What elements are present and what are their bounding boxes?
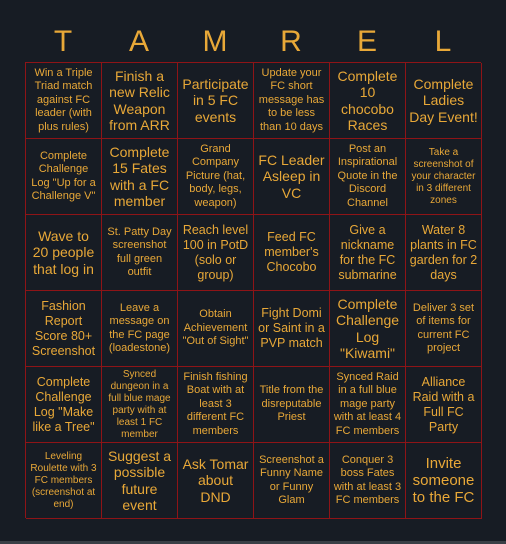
cell-text: Title from the disreputable Priest (259, 384, 324, 424)
cell-text: Conquer 3 boss Fates with at least 3 FC … (333, 453, 402, 507)
bingo-board: Win a Triple Triad match against FC lead… (25, 62, 482, 519)
bingo-cell[interactable]: Reach level 100 in PotD (solo or group) (178, 215, 254, 291)
cell-text: Alliance Raid with a Full FC Party (412, 374, 475, 434)
header-letter-4: R (280, 25, 302, 58)
cell-text: Leveling Roulette with 3 FC members (scr… (30, 450, 97, 510)
cell-text: Complete 15 Fates with a FC member (109, 143, 170, 210)
bingo-cell[interactable]: Screenshot a Funny Name or Funny Glam (254, 443, 330, 519)
bingo-cell[interactable]: Synced Raid in a full blue mage party wi… (330, 367, 406, 443)
cell-text: Participate in 5 FC events (182, 75, 249, 125)
bingo-cell[interactable]: Leveling Roulette with 3 FC members (scr… (26, 443, 102, 519)
cell-text: Invite someone to the FC (412, 455, 475, 506)
bingo-header: T A M R E L (25, 22, 481, 62)
bingo-cell[interactable]: Ask Tomar about DND (178, 443, 254, 519)
cell-text: Win a Triple Triad match against FC lead… (34, 66, 93, 133)
bingo-cell[interactable]: Water 8 plants in FC garden for 2 days (406, 215, 482, 291)
cell-text: Complete Challenge Log "Up for a Challen… (31, 149, 96, 203)
bingo-cell[interactable]: Title from the disreputable Priest (254, 367, 330, 443)
bingo-cell[interactable]: Complete Challenge Log "Kiwami" (330, 291, 406, 367)
cell-text: Complete Ladies Day Event! (409, 75, 478, 125)
bingo-cell[interactable]: Fashion Report Score 80+ Screenshot (26, 291, 102, 367)
cell-text: Screenshot a Funny Name or Funny Glam (259, 453, 324, 507)
bingo-cell[interactable]: Invite someone to the FC (406, 443, 482, 519)
cell-text: Complete Challenge Log "Make like a Tree… (32, 374, 95, 434)
bingo-cell[interactable]: Win a Triple Triad match against FC lead… (26, 63, 102, 139)
cell-text: Complete Challenge Log "Kiwami" (335, 295, 400, 362)
cell-text: Wave to 20 people that log in (32, 227, 95, 277)
cell-text: Grand Company Picture (hat, body, legs, … (185, 142, 246, 209)
bingo-cell[interactable]: Fight Domi or Saint in a PVP match (254, 291, 330, 367)
cell-text: Deliver 3 set of items for current FC pr… (412, 301, 475, 355)
cell-text: FC Leader Asleep in VC (258, 151, 325, 201)
header-letter-1: T (53, 25, 73, 58)
bingo-cell[interactable]: Post an Inspirational Quote in the Disco… (330, 139, 406, 215)
bingo-cell[interactable]: Wave to 20 people that log in (26, 215, 102, 291)
bingo-cell[interactable]: Update your FC short message has to be l… (254, 63, 330, 139)
cell-text: Obtain Achievement "Out of Sight" (182, 308, 249, 348)
bingo-cell[interactable]: Give a nickname for the FC submarine (330, 215, 406, 291)
bingo-cell[interactable]: Finish a new Relic Weapon from ARR (102, 63, 178, 139)
cell-text: Synced Raid in a full blue mage party wi… (333, 370, 402, 437)
cell-text: Update your FC short message has to be l… (258, 66, 325, 133)
cell-text: Leave a message on the FC page (loadesto… (108, 301, 171, 355)
bingo-cell[interactable]: Participate in 5 FC events (178, 63, 254, 139)
bingo-page: T A M R E L Win a Triple Triad match aga… (0, 0, 506, 544)
cell-text: Suggest a possible future event (107, 447, 172, 514)
cell-text: Fight Domi or Saint in a PVP match (258, 306, 325, 350)
bingo-cell[interactable]: Finish fishing Boat with at least 3 diff… (178, 367, 254, 443)
cell-text: Take a screenshot of your character in 3… (411, 146, 476, 206)
bingo-cell[interactable]: Complete 10 chocobo Races (330, 63, 406, 139)
cell-text: Reach level 100 in PotD (solo or group) (182, 222, 249, 282)
cell-text: Give a nickname for the FC submarine (338, 222, 397, 282)
header-letter-5: E (356, 25, 377, 58)
bingo-cell[interactable]: Take a screenshot of your character in 3… (406, 139, 482, 215)
bingo-cell[interactable]: Deliver 3 set of items for current FC pr… (406, 291, 482, 367)
cell-text: Ask Tomar about DND (182, 455, 249, 505)
bingo-cell[interactable]: St. Patty Day screenshot full green outf… (102, 215, 178, 291)
cell-text: St. Patty Day screenshot full green outf… (107, 225, 172, 279)
bingo-cell[interactable]: Complete Challenge Log "Up for a Challen… (26, 139, 102, 215)
cell-text: Finish fishing Boat with at least 3 diff… (183, 370, 248, 437)
cell-text: Fashion Report Score 80+ Screenshot (31, 298, 96, 358)
header-letter-2: A (128, 25, 149, 58)
header-letter-6: L (434, 25, 452, 58)
cell-text: Complete 10 chocobo Races (337, 67, 398, 134)
cell-text: Finish a new Relic Weapon from ARR (109, 67, 170, 134)
bingo-cell[interactable]: Obtain Achievement "Out of Sight" (178, 291, 254, 367)
cell-text: Post an Inspirational Quote in the Disco… (337, 142, 398, 209)
bingo-cell[interactable]: Alliance Raid with a Full FC Party (406, 367, 482, 443)
bingo-cell[interactable]: Leave a message on the FC page (loadesto… (102, 291, 178, 367)
cell-text: Synced dungeon in a full blue mage party… (108, 368, 171, 440)
bingo-cell[interactable]: FC Leader Asleep in VC (254, 139, 330, 215)
bingo-cell[interactable]: Complete Ladies Day Event! (406, 63, 482, 139)
bingo-cell[interactable]: Suggest a possible future event (102, 443, 178, 519)
bingo-cell[interactable]: Feed FC member's Chocobo (254, 215, 330, 291)
cell-text: Feed FC member's Chocobo (264, 230, 319, 274)
cell-text: Water 8 plants in FC garden for 2 days (409, 222, 478, 282)
header-letter-3: M (202, 25, 228, 58)
bingo-cell[interactable]: Complete Challenge Log "Make like a Tree… (26, 367, 102, 443)
bingo-cell[interactable]: Grand Company Picture (hat, body, legs, … (178, 139, 254, 215)
bingo-cell[interactable]: Synced dungeon in a full blue mage party… (102, 367, 178, 443)
bingo-cell[interactable]: Complete 15 Fates with a FC member (102, 139, 178, 215)
bingo-cell[interactable]: Conquer 3 boss Fates with at least 3 FC … (330, 443, 406, 519)
